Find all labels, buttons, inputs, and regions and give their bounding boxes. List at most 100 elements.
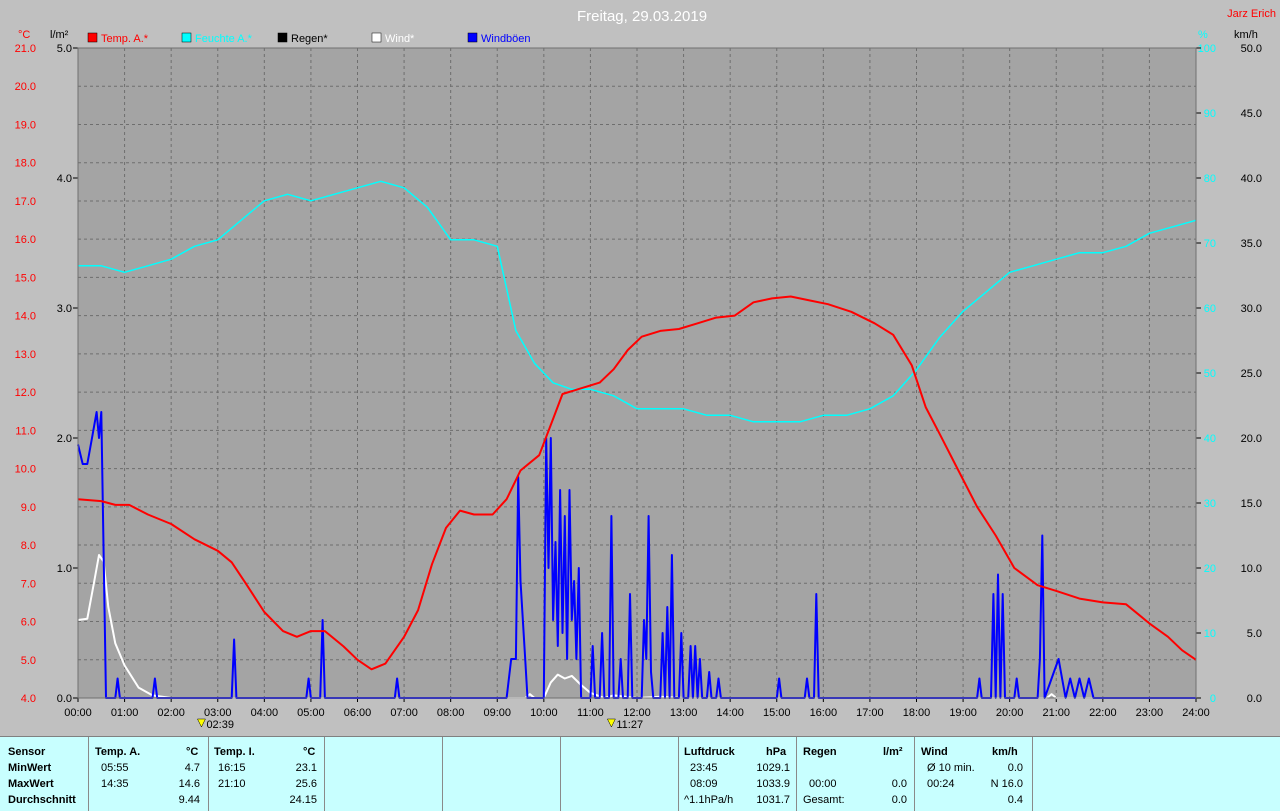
legend-label: Regen* [291, 33, 328, 45]
x-tick-label: 13:00 [670, 707, 698, 719]
x-tick-label: 05:00 [297, 707, 325, 719]
temp-tick-label: 11.0 [15, 425, 36, 437]
x-tick-label: 10:00 [530, 707, 558, 719]
legend-label: Temp. A.* [101, 33, 149, 45]
author-label: Jarz Erich [1227, 8, 1276, 20]
stats-table: Sensor MinWert MaxWert Durchschnitt Temp… [0, 736, 1280, 811]
temp-i-min-time: 16:15 [218, 762, 246, 774]
x-tick-label: 09:00 [483, 707, 511, 719]
wind-tick-label: 30.0 [1241, 303, 1262, 315]
row-label-max: MaxWert [8, 778, 54, 790]
temp-tick-label: 21.0 [15, 43, 36, 55]
temp-tick-label: 17.0 [15, 196, 36, 208]
pressure-max-value: 1033.9 [756, 778, 790, 790]
temp-a-header: Temp. A. [95, 746, 141, 758]
x-tick-label: 24:00 [1182, 707, 1210, 719]
x-tick-label: 15:00 [763, 707, 791, 719]
temp-tick-label: 19.0 [15, 119, 36, 131]
rain-tick-label: 5.0 [57, 43, 72, 55]
x-tick-label: 19:00 [949, 707, 977, 719]
humidity-unit-label: % [1198, 29, 1208, 41]
temp-a-unit: °C [186, 746, 199, 758]
x-tick-label: 14:00 [716, 707, 744, 719]
wind-tick-label: 20.0 [1241, 433, 1262, 445]
temp-a-max-time: 14:35 [101, 778, 129, 790]
humidity-tick-label: 60 [1204, 303, 1216, 315]
wind-tick-label: 45.0 [1241, 108, 1262, 120]
rain-unit-label: l/m² [50, 29, 69, 41]
rain-tick-label: 1.0 [57, 563, 72, 575]
temp-unit-label: °C [18, 29, 30, 41]
wind-avg10-label: Ø 10 min. [927, 762, 975, 774]
humidity-tick-label: 90 [1204, 108, 1216, 120]
temp-tick-label: 20.0 [15, 81, 36, 93]
wind-tick-label: 15.0 [1241, 498, 1262, 510]
temp-tick-label: 7.0 [21, 578, 36, 590]
temp-tick-label: 14.0 [15, 311, 36, 323]
temp-i-max-time: 21:10 [218, 778, 246, 790]
pressure-min-time: 23:45 [690, 762, 718, 774]
temp-i-avg: 24.15 [289, 794, 317, 806]
legend-swatch [87, 32, 98, 43]
x-tick-label: 20:00 [996, 707, 1024, 719]
legend-label: Feuchte A.* [195, 33, 253, 45]
humidity-tick-label: 80 [1204, 173, 1216, 185]
wind-max-time: 00:24 [927, 778, 955, 790]
rain-header: Regen [803, 746, 837, 758]
temp-tick-label: 13.0 [15, 349, 36, 361]
humidity-tick-label: 40 [1204, 433, 1216, 445]
weather-chart: Freitag, 29.03.2019 Jarz Erich °C l/m² %… [0, 0, 1280, 736]
temp-i-header: Temp. I. [214, 746, 255, 758]
wind-tick-label: 35.0 [1241, 238, 1262, 250]
temp-i-max-value: 25.6 [295, 778, 317, 790]
legend-swatch [181, 32, 192, 43]
rain-tick-label: 3.0 [57, 303, 72, 315]
wind-tick-label: 40.0 [1241, 173, 1262, 185]
wind-unit-label: km/h [1234, 29, 1258, 41]
temp-i-min-value: 23.1 [295, 762, 317, 774]
wind-avg10-value: 0.0 [1007, 762, 1023, 774]
x-tick-label: 03:00 [204, 707, 232, 719]
x-tick-label: 17:00 [856, 707, 884, 719]
pressure-header: Luftdruck [684, 746, 735, 758]
x-tick-label: 21:00 [1042, 707, 1070, 719]
x-tick-label: 07:00 [390, 707, 418, 719]
temp-tick-label: 15.0 [15, 272, 36, 284]
pressure-trend: ^1.1hPa/h [684, 794, 734, 806]
wind-tick-label: 5.0 [1247, 628, 1262, 640]
pressure-unit: hPa [766, 746, 787, 758]
pressure-min-value: 1029.1 [756, 762, 790, 774]
temp-tick-label: 16.0 [15, 234, 36, 246]
temp-a-avg: 9.44 [178, 794, 200, 806]
wind-avg: 0.4 [1007, 794, 1023, 806]
rain-tick-label: 2.0 [57, 433, 72, 445]
x-tick-label: 22:00 [1089, 707, 1117, 719]
temp-i-unit: °C [303, 746, 316, 758]
x-tick-label: 11:00 [577, 707, 604, 719]
chart-title: Freitag, 29.03.2019 [577, 8, 707, 25]
wind-max-value: N 16.0 [990, 778, 1023, 790]
temp-tick-label: 9.0 [21, 502, 36, 514]
rain-tick-label: 4.0 [57, 173, 72, 185]
temp-a-max-value: 14.6 [178, 778, 200, 790]
temp-tick-label: 4.0 [21, 693, 36, 705]
x-tick-label: 23:00 [1136, 707, 1164, 719]
x-tick-label: 12:00 [623, 707, 651, 719]
wind-tick-label: 10.0 [1241, 563, 1262, 575]
row-label-min: MinWert [8, 762, 52, 774]
rain-max-value: 0.0 [891, 778, 907, 790]
legend-label: Windböen [481, 33, 531, 45]
temp-tick-label: 12.0 [15, 387, 36, 399]
pressure-avg: 1031.7 [756, 794, 790, 806]
temp-tick-label: 10.0 [15, 464, 36, 476]
temp-tick-label: 8.0 [21, 540, 36, 552]
x-tick-label: 00:00 [64, 707, 92, 719]
x-tick-label: 01:00 [111, 707, 139, 719]
temp-tick-label: 6.0 [21, 617, 36, 629]
row-label-avg: Durchschnitt [8, 794, 76, 806]
rain-total-value: 0.0 [891, 794, 907, 806]
humidity-tick-label: 20 [1204, 563, 1216, 575]
wind-header: Wind [921, 746, 948, 758]
wind-tick-label: 0.0 [1247, 693, 1262, 705]
rain-unit: l/m² [883, 746, 903, 758]
